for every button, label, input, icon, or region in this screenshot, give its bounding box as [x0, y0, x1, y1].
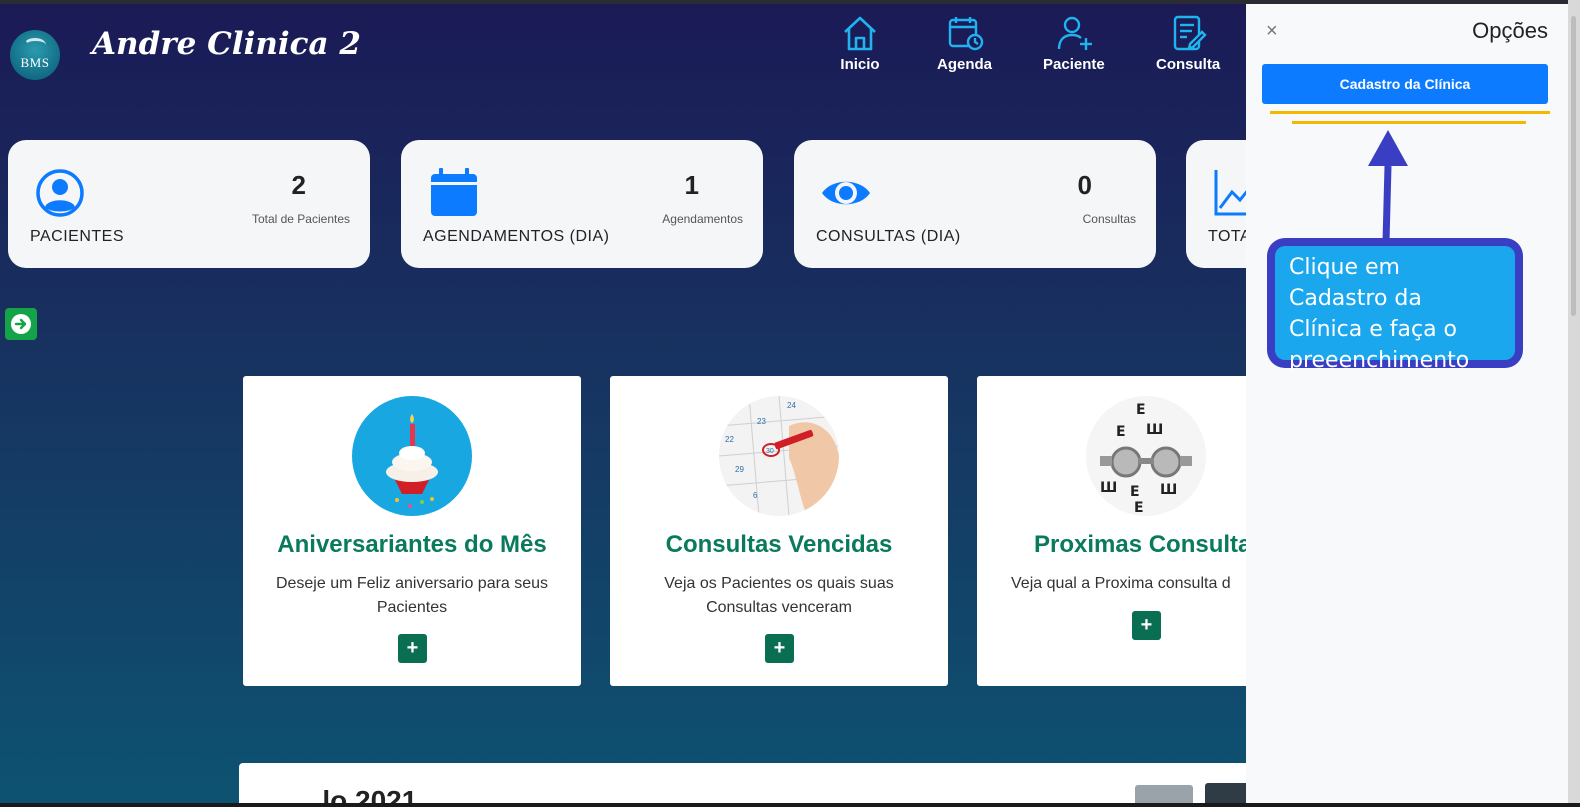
- birthday-cupcake-image: [352, 396, 472, 516]
- calendar-clock-icon: [948, 17, 983, 51]
- nav-consulta[interactable]: Consulta: [1156, 14, 1220, 73]
- svg-text:24: 24: [787, 401, 796, 410]
- expand-sidebar-button[interactable]: [5, 308, 37, 340]
- scrollbar[interactable]: [1568, 0, 1580, 807]
- feature-title: Consultas Vencidas: [665, 531, 893, 558]
- arrow-right-circle-icon: [11, 314, 31, 334]
- svg-text:Ш: Ш: [1160, 482, 1177, 498]
- stat-subtitle: Agendamentos: [662, 212, 743, 226]
- svg-text:30: 30: [766, 448, 774, 455]
- user-circle-icon: [36, 169, 84, 217]
- bms-logo[interactable]: BMS: [10, 30, 60, 80]
- svg-text:E: E: [1116, 424, 1126, 440]
- add-button[interactable]: +: [398, 634, 427, 663]
- feature-card-proximas-consultas: EEШ ШEШ E Proximas Consulta Veja qual a …: [977, 376, 1251, 686]
- feature-description: Veja qual a Proxima consulta d: [1011, 575, 1231, 592]
- stat-title: CONSULTAS (DIA): [816, 228, 961, 245]
- close-icon[interactable]: ×: [1266, 20, 1278, 43]
- add-button[interactable]: +: [1132, 611, 1161, 640]
- nav-inicio[interactable]: Inicio: [840, 14, 880, 73]
- calendar-marked-image: 22 23 24 29 6 30: [719, 396, 839, 516]
- feature-description: Veja os Pacientes os quais suas Consulta…: [664, 575, 894, 616]
- svg-text:Ш: Ш: [1100, 480, 1117, 496]
- svg-text:29: 29: [735, 465, 744, 474]
- stat-card-agendamentos[interactable]: 1 Agendamentos AGENDAMENTOS (DIA): [401, 140, 763, 268]
- bottom-panel: ...lo 2021: [239, 763, 1255, 807]
- feature-title: Aniversariantes do Mês: [277, 531, 547, 558]
- svg-text:E: E: [1136, 402, 1146, 418]
- svg-text:Ш: Ш: [1146, 422, 1163, 438]
- nav-label: Paciente: [1043, 56, 1105, 73]
- user-plus-icon: [1057, 16, 1092, 50]
- stat-card-pacientes[interactable]: 2 Total de Pacientes PACIENTES: [8, 140, 370, 268]
- stat-value: 2: [291, 170, 306, 200]
- svg-text:23: 23: [757, 417, 766, 426]
- feature-card-consultas-vencidas: 22 23 24 29 6 30 Consultas Vencidas Veja os …: [610, 376, 948, 686]
- svg-text:22: 22: [725, 435, 734, 444]
- stat-subtitle: Total de Pacientes: [251, 212, 350, 226]
- home-icon: [844, 16, 876, 51]
- feature-description: Deseje um Feliz aniversario para seus Pa…: [275, 575, 549, 616]
- add-button[interactable]: +: [765, 634, 794, 663]
- stat-title: AGENDAMENTOS (DIA): [423, 228, 610, 245]
- highlight-underline: [1270, 111, 1550, 114]
- logo-text: BMS: [20, 55, 50, 70]
- svg-text:E: E: [1130, 484, 1140, 500]
- svg-text:6: 6: [753, 491, 758, 500]
- annotation-arrow-icon: [1368, 130, 1408, 242]
- stat-value: 0: [1077, 170, 1092, 200]
- clipboard-edit-icon: [1173, 15, 1207, 51]
- svg-text:E: E: [1134, 500, 1144, 516]
- eye-icon: [822, 181, 870, 205]
- tutorial-callout: Clique em Cadastro da Clínica e faça o p…: [1267, 238, 1523, 373]
- stat-value: 1: [684, 170, 699, 200]
- stat-subtitle: Consultas: [1082, 212, 1136, 226]
- stat-title: PACIENTES: [30, 228, 124, 245]
- stat-title: TOTA: [1208, 228, 1252, 245]
- app-title: Andre Clinica 2: [92, 26, 361, 62]
- feature-card-aniversariantes: Aniversariantes do Mês Deseje um Feliz a…: [243, 376, 581, 686]
- cadastro-clinica-button[interactable]: Cadastro da Clínica: [1262, 64, 1548, 104]
- offcanvas-title: Opções: [1472, 18, 1548, 43]
- stat-card-consultas[interactable]: 0 Consultas CONSULTAS (DIA): [794, 140, 1156, 268]
- nav-label: Agenda: [937, 56, 993, 73]
- nav-label: Inicio: [840, 56, 880, 73]
- nav-agenda[interactable]: Agenda: [937, 14, 992, 73]
- nav-label: Consulta: [1156, 56, 1221, 73]
- calendar-icon: [431, 168, 477, 216]
- callout-text: Clique em Cadastro da Clínica e faça o p…: [1275, 246, 1515, 373]
- window-bottom-border: [0, 803, 1580, 807]
- eye-chart-glasses-image: EEШ ШEШ E: [1086, 396, 1206, 516]
- nav-paciente[interactable]: Paciente: [1043, 14, 1105, 73]
